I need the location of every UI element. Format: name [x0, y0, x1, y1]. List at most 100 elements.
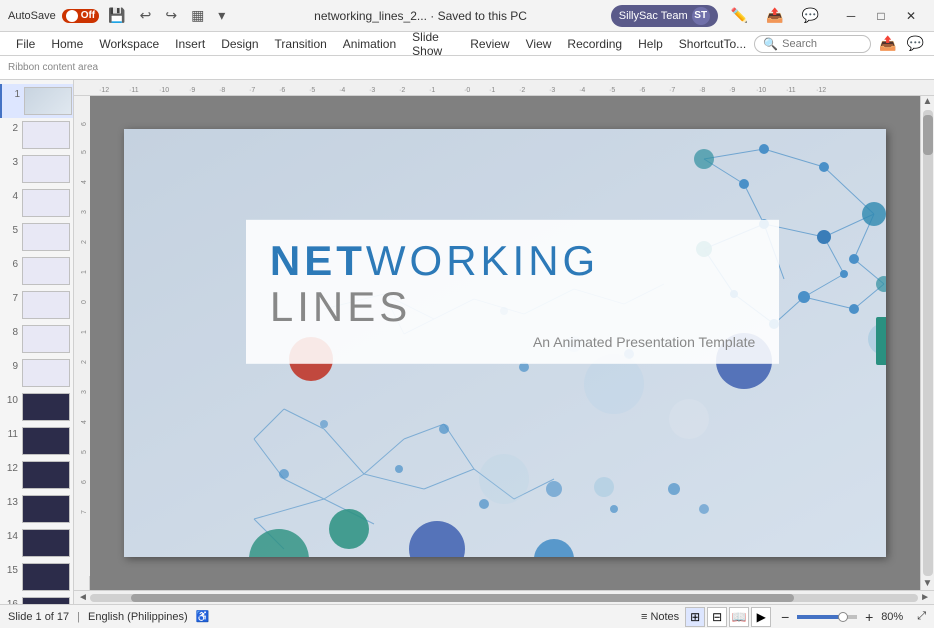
slide-thumb-1[interactable]: 1: [0, 84, 73, 118]
layout-icon[interactable]: ▦: [186, 5, 209, 26]
svg-text:3: 3: [81, 390, 88, 394]
window-controls: ─ □ ✕: [836, 6, 926, 26]
maximize-button[interactable]: □: [866, 6, 896, 26]
search-input[interactable]: [782, 38, 862, 50]
menu-recording[interactable]: Recording: [559, 35, 630, 53]
slide-canvas: NETWORKING LINES An Animated Presentatio…: [124, 129, 886, 557]
menu-animation[interactable]: Animation: [335, 35, 404, 53]
menu-help[interactable]: Help: [630, 35, 671, 53]
slide-preview-9: [22, 359, 70, 387]
slide-thumb-4[interactable]: 4: [0, 186, 73, 220]
comment-ribbon-icon[interactable]: 💬: [905, 33, 926, 54]
redo-icon[interactable]: ↪: [160, 5, 182, 26]
menu-slideshow[interactable]: Slide Show: [404, 28, 462, 60]
slide-preview-16: [22, 597, 70, 604]
slide-thumb-9[interactable]: 9: [0, 356, 73, 390]
svg-text:·12: ·12: [816, 87, 826, 94]
zoom-thumb[interactable]: [838, 612, 848, 622]
ruler-v-svg: 6 5 4 3 2 1 0 1 2 3 4 5 6 7: [74, 96, 90, 576]
svg-text:3: 3: [81, 210, 88, 214]
save-icon[interactable]: 💾: [103, 5, 130, 26]
slideshow-button[interactable]: ▶: [751, 607, 771, 627]
svg-text:·11: ·11: [129, 87, 139, 94]
menu-home[interactable]: Home: [43, 35, 91, 53]
svg-text:·3: ·3: [369, 87, 375, 94]
menu-insert[interactable]: Insert: [167, 35, 213, 53]
slide-preview-1: [24, 87, 72, 115]
svg-text:·2: ·2: [519, 87, 525, 94]
slide-thumb-5[interactable]: 5: [0, 220, 73, 254]
slide-thumb-12[interactable]: 12: [0, 458, 73, 492]
normal-view-button[interactable]: ⊞: [685, 607, 705, 627]
zoom-slider[interactable]: [797, 615, 857, 619]
slide-preview-3: [22, 155, 70, 183]
share-icon[interactable]: 📤: [761, 5, 788, 26]
canvas-main[interactable]: NETWORKING LINES An Animated Presentatio…: [90, 96, 920, 590]
slide-thumb-16[interactable]: 16: [0, 594, 73, 604]
user-badge[interactable]: SillySac Team ST: [611, 5, 718, 27]
scroll-up-button[interactable]: ▲: [922, 96, 934, 108]
notes-button[interactable]: ≡ Notes: [641, 611, 679, 623]
share-ribbon-icon[interactable]: 📤: [877, 33, 898, 54]
reading-view-button[interactable]: 📖: [729, 607, 749, 627]
svg-text:·3: ·3: [549, 87, 555, 94]
close-button[interactable]: ✕: [896, 6, 926, 26]
title-net: NET: [270, 236, 366, 283]
undo-icon[interactable]: ↩: [135, 5, 157, 26]
slide-preview-5: [22, 223, 70, 251]
pen-icon[interactable]: ✏️: [726, 5, 753, 26]
slide-thumb-7[interactable]: 7: [0, 288, 73, 322]
scroll-down-button[interactable]: ▼: [922, 578, 934, 590]
svg-text:1: 1: [81, 330, 88, 334]
slide-num-2: 2: [4, 121, 18, 134]
slide-thumb-13[interactable]: 13: [0, 492, 73, 526]
menu-view[interactable]: View: [518, 35, 560, 53]
fit-to-window-button[interactable]: ⤢: [917, 610, 926, 623]
menu-workspace[interactable]: Workspace: [91, 35, 167, 53]
svg-text:·0: ·0: [464, 87, 470, 94]
accessibility-icon[interactable]: ♿: [196, 610, 210, 623]
slide-thumb-11[interactable]: 11: [0, 424, 73, 458]
dropdown-icon[interactable]: ▾: [213, 5, 230, 26]
slide-teal-tab: [876, 317, 886, 365]
autosave-toggle[interactable]: Off: [62, 9, 99, 23]
slide-thumb-3[interactable]: 3: [0, 152, 73, 186]
comment-icon[interactable]: 💬: [797, 5, 824, 26]
slide-thumb-14[interactable]: 14: [0, 526, 73, 560]
slide-subtitle: An Animated Presentation Template: [270, 334, 755, 350]
menu-file[interactable]: File: [8, 35, 43, 53]
horizontal-scrollbar[interactable]: ◄ ►: [74, 590, 934, 604]
slide-thumb-6[interactable]: 6: [0, 254, 73, 288]
zoom-minus-button[interactable]: −: [777, 609, 793, 625]
svg-text:·7: ·7: [669, 87, 675, 94]
slide-num-4: 4: [4, 189, 18, 202]
scroll-right-button[interactable]: ►: [918, 592, 932, 603]
menu-transition[interactable]: Transition: [267, 35, 335, 53]
right-scrollbar[interactable]: ▲ ▼: [920, 96, 934, 590]
slide-title: NETWORKING LINES: [270, 237, 755, 329]
search-box[interactable]: 🔍: [754, 35, 871, 53]
h-scroll-thumb[interactable]: [131, 594, 794, 602]
svg-text:·8: ·8: [699, 87, 705, 94]
svg-text:4: 4: [81, 420, 88, 424]
slide-thumb-15[interactable]: 15: [0, 560, 73, 594]
slide-num-15: 15: [4, 563, 18, 576]
vertical-ruler: 6 5 4 3 2 1 0 1 2 3 4 5 6 7: [74, 96, 90, 590]
slide-thumb-10[interactable]: 10: [0, 390, 73, 424]
slide-panel: 1 2 3 4 5 6 7 8: [0, 80, 74, 604]
menu-shortcut[interactable]: ShortcutTo...: [671, 35, 754, 53]
slide-title-overlay: NETWORKING LINES An Animated Presentatio…: [246, 219, 779, 363]
svg-text:·9: ·9: [729, 87, 735, 94]
zoom-plus-button[interactable]: +: [861, 609, 877, 625]
title-bar-left: AutoSave Off 💾 ↩ ↪ ▦ ▾: [8, 5, 230, 26]
svg-text:6: 6: [81, 122, 88, 126]
main-layout: 1 2 3 4 5 6 7 8: [0, 80, 934, 604]
slide-sorter-button[interactable]: ⊟: [707, 607, 727, 627]
scroll-thumb[interactable]: [923, 115, 933, 155]
slide-thumb-8[interactable]: 8: [0, 322, 73, 356]
menu-design[interactable]: Design: [213, 35, 266, 53]
slide-thumb-2[interactable]: 2: [0, 118, 73, 152]
menu-review[interactable]: Review: [462, 35, 517, 53]
scroll-left-button[interactable]: ◄: [76, 592, 90, 603]
minimize-button[interactable]: ─: [836, 6, 866, 26]
